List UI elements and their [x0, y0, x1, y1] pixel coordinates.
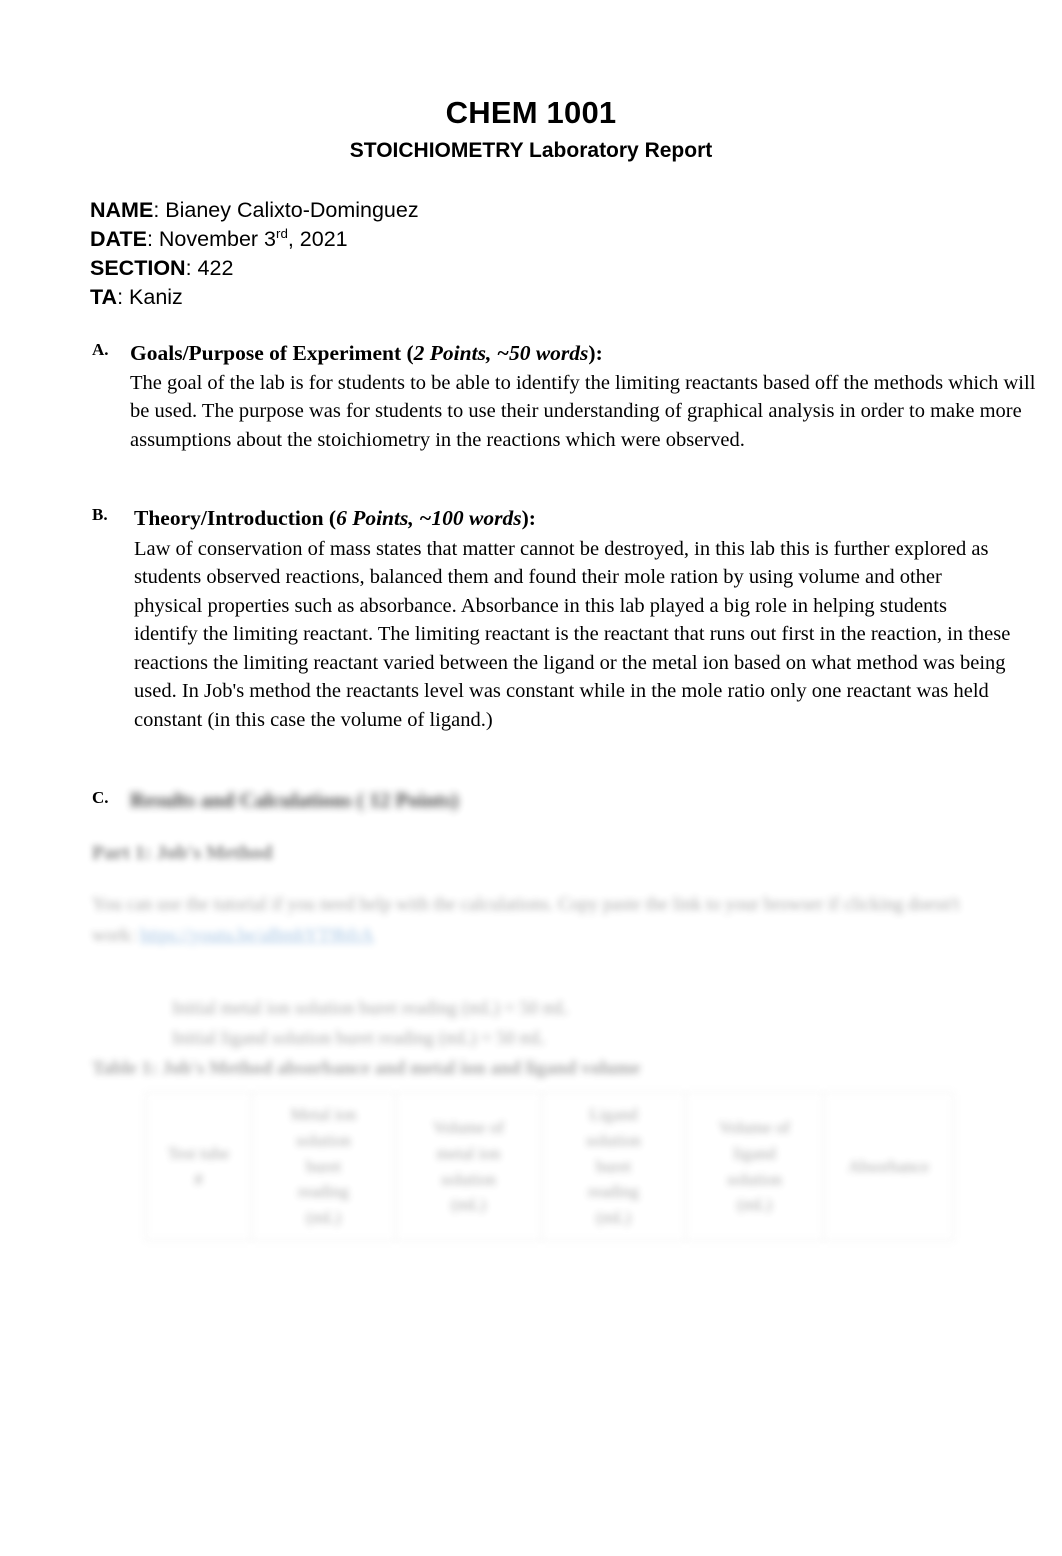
metadata-row-date: DATE: November 3rd, 2021 — [90, 225, 419, 254]
table-1-wrapper: Test tube # Metal ion solution buret reading… — [145, 1092, 954, 1241]
section-c-marker: C. — [92, 788, 109, 807]
table-1-caption: Table 1: Job's Method absorbance and met… — [92, 1058, 641, 1079]
table-col-absorbance: Absorbance — [823, 1092, 954, 1241]
section-a-marker: A. — [92, 340, 109, 359]
date-value-prefix: : November 3 — [146, 227, 276, 252]
lab-report-page: CHEM 1001 STOICHIOMETRY Laboratory Repor… — [0, 0, 1062, 1556]
section-b-heading-points: 6 Points, ~100 words — [336, 506, 522, 530]
ta-value: : Kaniz — [117, 285, 183, 310]
table-col-metal-volume: Volume of metal ion solution (mL) — [395, 1092, 542, 1241]
section-c-tutorial-paragraph: You can use the tutorial if you need hel… — [92, 890, 1002, 951]
date-label: DATE — [90, 227, 147, 252]
section-value: : 422 — [185, 256, 234, 281]
metadata-row-name: NAME: Bianey Calixto-Dominguez — [90, 196, 419, 225]
tutorial-video-link[interactable]: https://youtu.be/aBmhYT9bfrA — [140, 926, 374, 946]
section-a-heading-main: Goals/Purpose of Experiment ( — [130, 341, 414, 365]
section-c-part-subheading: Part 1: Job's Method — [92, 842, 273, 864]
date-value-suffix: , 2021 — [287, 227, 348, 252]
ta-label: TA — [90, 285, 118, 310]
section-a-goals: A. Goals/Purpose of Experiment (2 Points… — [92, 340, 1035, 454]
section-a-heading-points: 2 Points, ~50 words — [413, 341, 589, 365]
section-b-heading-tail: ): — [521, 506, 536, 530]
table-col-test-tube: Test tube # — [145, 1092, 252, 1241]
section-label: SECTION — [90, 256, 186, 281]
section-b-body-text: Law of conservation of mass states that … — [134, 537, 1011, 731]
metadata-row-ta: TA: Kaniz — [90, 283, 419, 312]
section-a-body-text: The goal of the lab is for students to b… — [130, 371, 1036, 451]
document-header: CHEM 1001 STOICHIOMETRY Laboratory Repor… — [0, 95, 1062, 163]
section-c-initial-readings: Initial metal ion solution buret reading… — [172, 995, 568, 1055]
table-header-row: Test tube # Metal ion solution buret reading… — [145, 1092, 954, 1241]
report-metadata: NAME: Bianey Calixto-Dominguez DATE: Nov… — [90, 196, 419, 312]
table-col-metal-buret-reading: Metal ion solution buret reading (mL) — [251, 1092, 396, 1241]
metadata-row-section: SECTION: 422 — [90, 254, 419, 283]
name-label: NAME — [90, 198, 154, 222]
initial-ligand-reading: Initial ligand solution buret reading (m… — [172, 1028, 546, 1049]
initial-metal-ion-reading: Initial metal ion solution buret reading… — [172, 999, 569, 1019]
table-col-ligand-buret-reading: Ligand solution buret reading (mL) — [541, 1092, 686, 1241]
name-value: : Bianey Calixto-Dominguez — [153, 198, 419, 222]
section-a-heading-tail: ): — [588, 341, 603, 365]
section-c-results: C. Results and Calculations ( 12 Points) — [92, 788, 1022, 813]
section-b-heading-main: Theory/Introduction ( — [134, 506, 337, 530]
table-col-ligand-volume: Volume of ligand solution (mL) — [685, 1092, 824, 1241]
page-subtitle: STOICHIOMETRY Laboratory Report — [349, 138, 713, 162]
section-a-heading: Goals/Purpose of Experiment (2 Points, ~… — [130, 340, 1007, 367]
table-1-jobs-method: Test tube # Metal ion solution buret reading… — [145, 1092, 954, 1241]
section-b-heading: Theory/Introduction (6 Points, ~100 word… — [134, 505, 1007, 532]
date-ordinal-suffix: rd — [276, 225, 288, 241]
section-b-theory: B. Theory/Introduction (6 Points, ~100 w… — [92, 505, 1010, 734]
section-b-marker: B. — [92, 505, 108, 524]
section-c-heading: Results and Calculations ( 12 Points) — [130, 788, 459, 812]
page-title: CHEM 1001 — [445, 95, 617, 130]
